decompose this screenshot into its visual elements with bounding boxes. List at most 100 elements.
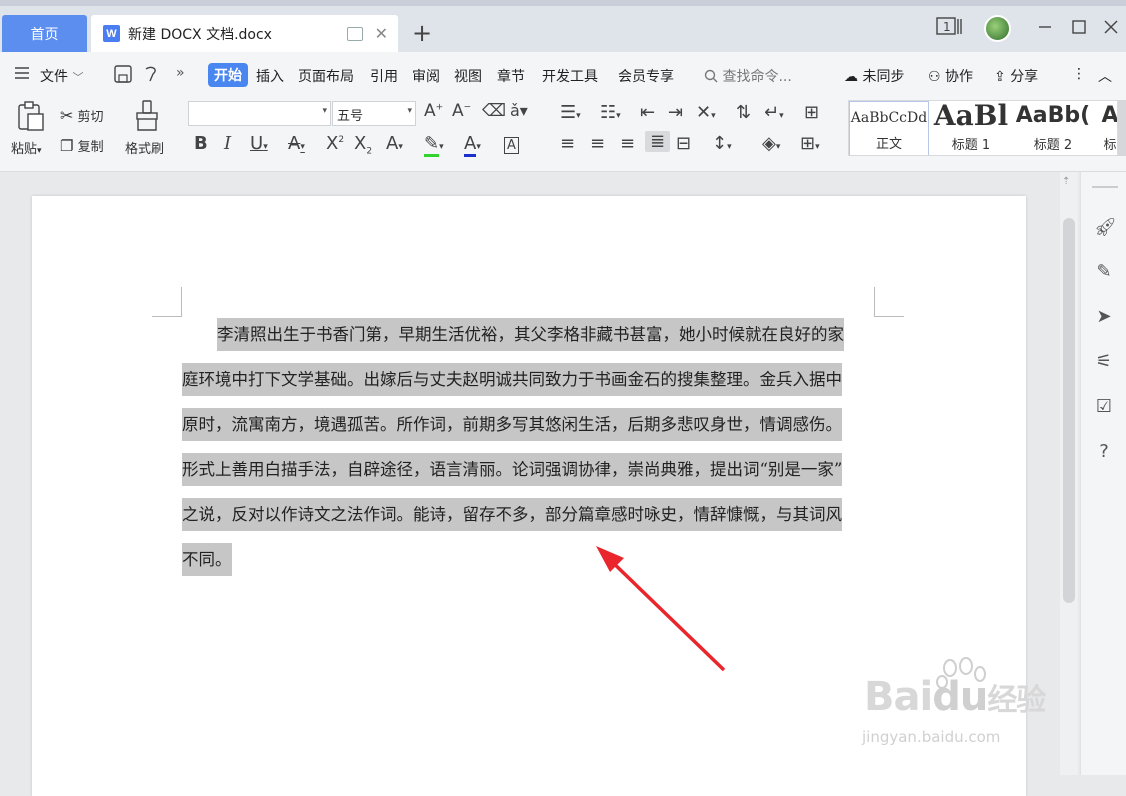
align-right-icon[interactable]: ≡ <box>620 133 635 154</box>
watermark-brand-2: du <box>932 674 988 720</box>
align-left-icon[interactable]: ≡ <box>560 133 575 154</box>
selected-paragraph[interactable]: 李清照出生于书香门第，早期生活优裕，其父李格非藏书甚富，她小时候就在良好的家 庭… <box>182 312 876 582</box>
rocket-icon[interactable]: 🚀︎ <box>1094 218 1117 238</box>
close-tab-icon[interactable]: ✕ <box>375 24 388 43</box>
tab-document[interactable]: W 新建 DOCX 文档.docx ✕ <box>91 15 398 52</box>
scroll-up-icon[interactable]: ⇡ <box>1062 176 1070 187</box>
numbered-list-icon[interactable]: ☷▾ <box>600 102 621 123</box>
style-heading-2[interactable]: AaBb( 标题 2 <box>1013 101 1093 155</box>
borders-icon[interactable]: ⊞▾ <box>800 133 820 154</box>
style-normal[interactable]: AaBbCcDd 正文 <box>849 101 929 155</box>
clear-format-icon[interactable]: ⌫ <box>482 101 506 121</box>
menu-page-layout[interactable]: 页面布局 <box>298 66 354 86</box>
close-window-icon <box>1104 20 1118 34</box>
styles-gallery: AaBbCcDd 正文 AaBl 标题 1 AaBb( 标题 2 A 标 <box>848 100 1118 156</box>
collaborate-button[interactable]: ⚇ 协作 <box>928 66 973 86</box>
baidu-watermark: Baidu经验 jingyan.baidu.com <box>862 656 1062 766</box>
paste-button[interactable]: 粘贴▾ <box>11 138 42 157</box>
user-avatar[interactable] <box>984 15 1011 42</box>
format-brush-icon[interactable] <box>143 65 161 87</box>
share-button[interactable]: ⇪ 分享 <box>994 66 1038 86</box>
underline-icon[interactable]: U▾ <box>250 133 268 154</box>
menu-bar: 文件 ﹀ » 开始 插入 页面布局 引用 审阅 视图 章节 开发工具 会员专享 … <box>0 52 1126 96</box>
menu-chapter[interactable]: 章节 <box>497 66 525 86</box>
menu-member[interactable]: 会员专享 <box>618 66 674 86</box>
italic-icon[interactable]: I <box>224 133 231 154</box>
chevron-down-icon: ▾ <box>322 106 327 116</box>
style-heading-1-label: 标题 1 <box>951 138 991 153</box>
paste-icon[interactable] <box>16 100 46 137</box>
font-name-select[interactable]: ▾ <box>188 101 331 126</box>
scrollbar-thumb[interactable] <box>1063 218 1075 603</box>
font-color-icon[interactable]: A▾ <box>464 133 481 157</box>
pin-window-icon[interactable] <box>346 26 363 41</box>
maximize-button[interactable] <box>1072 14 1086 40</box>
grow-font-icon[interactable]: A+ <box>424 101 443 121</box>
style-normal-label: 正文 <box>875 137 902 152</box>
text-line: 原时，流寓南方，境遇孤苦。所作词，前期多写其悠闲生活，后期多悲叹身世，情调感伤。 <box>182 402 876 447</box>
menu-review[interactable]: 审阅 <box>412 66 440 86</box>
sync-status-button[interactable]: ☁ 未同步 <box>844 66 904 86</box>
menu-start[interactable]: 开始 <box>208 63 248 87</box>
share-label: 分享 <box>1010 69 1039 85</box>
tab-home[interactable]: 首页 <box>2 15 87 52</box>
style-heading-1[interactable]: AaBl 标题 1 <box>931 101 1011 155</box>
style-heading-2-label: 标题 2 <box>1033 138 1073 153</box>
inbox-check-icon[interactable]: ☑ <box>1094 397 1114 417</box>
shrink-font-icon[interactable]: A− <box>452 101 471 121</box>
copy-button[interactable]: ❐ 复制 <box>60 136 104 155</box>
page-view-button[interactable]: 1 <box>936 14 964 40</box>
shading-icon[interactable]: ◈▾ <box>762 133 780 154</box>
line-spacing-icon[interactable]: ↕▾ <box>712 133 732 154</box>
cursor-icon[interactable]: ➤ <box>1094 307 1114 327</box>
bold-icon[interactable]: B <box>194 133 208 154</box>
style-heading-3[interactable]: A 标 <box>1095 101 1117 155</box>
sort-icon[interactable]: ⇅ <box>736 102 751 123</box>
chinese-layout-icon[interactable]: ✕▾ <box>696 102 716 123</box>
text-effect-icon[interactable]: A▾ <box>386 133 403 154</box>
menu-insert[interactable]: 插入 <box>256 66 284 86</box>
maximize-icon <box>1072 20 1086 34</box>
pen-icon[interactable]: ✎ <box>1094 262 1114 282</box>
command-search[interactable]: 查找命令... <box>704 66 792 86</box>
chevron-down-icon: ▾ <box>407 106 412 116</box>
tab-stop-icon[interactable]: ⊞ <box>804 102 819 123</box>
menu-developer[interactable]: 开发工具 <box>542 66 598 86</box>
phonetic-guide-icon[interactable]: ǎ▾ <box>510 101 528 120</box>
close-window-button[interactable] <box>1104 14 1118 40</box>
justify-icon[interactable]: ≣ <box>645 131 671 152</box>
paragraph-mark-icon[interactable]: ↵▾ <box>764 102 784 123</box>
title-bar: 首页 W 新建 DOCX 文档.docx ✕ + 1 <box>0 0 1126 52</box>
superscript-icon[interactable]: X2 <box>326 133 344 154</box>
align-center-icon[interactable]: ≡ <box>590 133 605 154</box>
cut-button[interactable]: ✂ 剪切 <box>60 106 104 125</box>
format-painter-icon[interactable] <box>134 100 160 137</box>
minimize-icon <box>1039 26 1051 28</box>
menu-view[interactable]: 视图 <box>454 66 482 86</box>
cut-label: 剪切 <box>77 110 104 125</box>
new-tab-button[interactable]: + <box>412 18 432 48</box>
hamburger-menu-icon[interactable] <box>14 66 30 84</box>
collapse-ribbon-icon[interactable]: ︿ <box>1098 66 1112 86</box>
format-painter-button[interactable]: 格式刷 <box>125 138 164 157</box>
distributed-align-icon[interactable]: ⊟ <box>676 133 691 154</box>
character-border-icon[interactable]: A <box>504 133 519 154</box>
save-icon[interactable] <box>114 65 132 87</box>
more-options-icon[interactable]: ⋮ <box>1072 66 1086 82</box>
menu-references[interactable]: 引用 <box>370 66 398 86</box>
strikethrough-icon[interactable]: A▾ <box>288 133 305 154</box>
highlight-icon[interactable]: ✎▾ <box>424 133 444 157</box>
sliders-icon[interactable]: ⚟ <box>1094 352 1114 372</box>
increase-indent-icon[interactable]: ⇥ <box>668 102 683 123</box>
help-icon[interactable]: ? <box>1094 442 1114 462</box>
bullet-list-icon[interactable]: ☰▾ <box>560 102 581 123</box>
minimize-button[interactable] <box>1038 14 1052 40</box>
menu-file[interactable]: 文件 ﹀ <box>40 66 83 86</box>
font-size-select[interactable]: 五号 ▾ <box>332 101 416 126</box>
subscript-icon[interactable]: X2 <box>354 133 372 157</box>
margin-corner-top-right <box>874 287 904 317</box>
decrease-indent-icon[interactable]: ⇤ <box>640 102 655 123</box>
more-chevron-icon[interactable]: » <box>176 65 185 81</box>
page-count-icon: 1 <box>936 17 962 35</box>
styles-scroll-button[interactable] <box>1118 100 1126 156</box>
